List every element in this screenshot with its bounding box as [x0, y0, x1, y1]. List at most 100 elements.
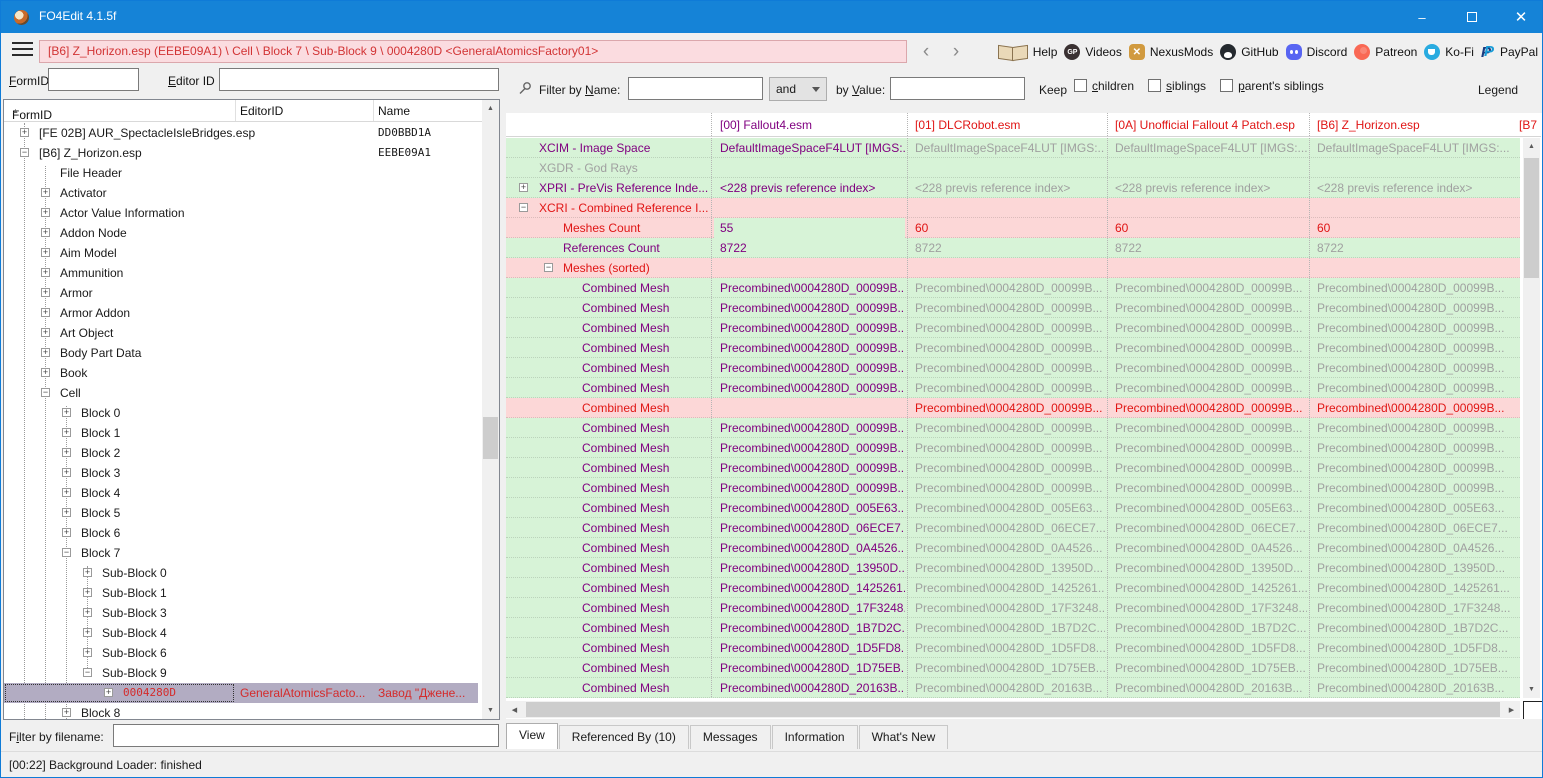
link-videos[interactable]: GPVideos [1064, 44, 1121, 60]
expand-icon[interactable]: + [41, 288, 50, 297]
expand-icon[interactable]: + [41, 228, 50, 237]
minimize-button[interactable]: – [1399, 1, 1445, 33]
value-cell[interactable]: Precombined\0004280D_00099B... [1311, 318, 1516, 338]
value-cell[interactable]: Precombined\0004280D_20163B... [909, 678, 1105, 698]
tree-row[interactable]: +[FE 02B] AUR_SpectacleIsleBridges.espDD… [4, 123, 482, 143]
grid-vscroll-thumb[interactable] [1524, 158, 1539, 278]
value-cell[interactable]: Precombined\0004280D_00099B... [1311, 458, 1516, 478]
value-cell[interactable]: Precombined\0004280D_00099B... [1311, 358, 1516, 378]
value-cell[interactable] [1311, 258, 1516, 278]
value-cell[interactable]: Precombined\0004280D_1D75EB... [714, 658, 905, 678]
value-cell[interactable]: 60 [1311, 218, 1516, 238]
formid-input[interactable] [48, 68, 139, 91]
value-cell[interactable]: 8722 [1311, 238, 1516, 258]
tree-row[interactable]: −Cell [4, 383, 482, 403]
value-cell[interactable]: <228 previs reference index> [1109, 178, 1307, 198]
tab-messages[interactable]: Messages [690, 725, 771, 749]
value-cell[interactable]: DefaultImageSpaceF4LUT [IMGS:... [1311, 138, 1516, 158]
table-row[interactable]: Combined MeshPrecombined\0004280D_20163B… [506, 678, 1520, 698]
table-row[interactable]: −Meshes (sorted) [506, 258, 1520, 278]
collapse-icon[interactable]: − [20, 148, 29, 157]
value-cell[interactable]: Precombined\0004280D_005E63... [909, 498, 1105, 518]
value-cell[interactable]: 60 [909, 218, 1105, 238]
value-cell[interactable]: Precombined\0004280D_00099B... [1109, 338, 1307, 358]
value-cell[interactable]: Precombined\0004280D_1D75EB... [1109, 658, 1307, 678]
value-cell[interactable]: Precombined\0004280D_17F3248... [909, 598, 1105, 618]
value-cell[interactable]: Precombined\0004280D_1D5FD8... [1311, 638, 1516, 658]
table-row[interactable]: Combined MeshPrecombined\0004280D_00099B… [506, 298, 1520, 318]
legend-label[interactable]: Legend [1478, 83, 1518, 97]
tree-row[interactable]: +Sub-Block 4 [4, 623, 482, 643]
value-cell[interactable]: Precombined\0004280D_1D5FD8... [1109, 638, 1307, 658]
link-paypal[interactable]: PPPayPal [1481, 44, 1538, 61]
filter-name-input[interactable] [628, 77, 763, 100]
collapse-icon[interactable]: − [544, 263, 553, 272]
value-cell[interactable] [714, 198, 905, 218]
value-cell[interactable]: Precombined\0004280D_00099B... [1109, 358, 1307, 378]
value-cell[interactable]: Precombined\0004280D_00099B... [1109, 298, 1307, 318]
table-row[interactable]: +XPRI - PreVis Reference Inde...<228 pre… [506, 178, 1520, 198]
expand-icon[interactable]: + [41, 188, 50, 197]
tree-row[interactable]: +Body Part Data [4, 343, 482, 363]
value-cell[interactable] [1311, 158, 1516, 178]
value-cell[interactable]: Precombined\0004280D_17F3248... [1109, 598, 1307, 618]
tree-row[interactable]: +Sub-Block 6 [4, 643, 482, 663]
tree-row[interactable]: +Block 4 [4, 483, 482, 503]
value-cell[interactable]: Precombined\0004280D_06ECE7... [1311, 518, 1516, 538]
link-help[interactable]: Help [998, 45, 1058, 59]
table-row[interactable]: Combined MeshPrecombined\0004280D_005E63… [506, 498, 1520, 518]
tree-row[interactable]: +Sub-Block 3 [4, 603, 482, 623]
value-cell[interactable] [1311, 198, 1516, 218]
table-row[interactable]: Combined MeshPrecombined\0004280D_00099B… [506, 398, 1520, 418]
table-row[interactable]: Combined MeshPrecombined\0004280D_00099B… [506, 438, 1520, 458]
scroll-up-icon[interactable]: ▲ [482, 100, 499, 117]
tree-row[interactable]: +Block 3 [4, 463, 482, 483]
expand-icon[interactable]: + [83, 648, 92, 657]
table-row[interactable]: Combined MeshPrecombined\0004280D_00099B… [506, 378, 1520, 398]
value-cell[interactable]: 8722 [909, 238, 1105, 258]
value-cell[interactable]: Precombined\0004280D_00099B... [714, 458, 905, 478]
table-row[interactable]: −XCRI - Combined Reference I... [506, 198, 1520, 218]
tab-information[interactable]: Information [772, 725, 858, 749]
tree-row[interactable]: +Sub-Block 0 [4, 563, 482, 583]
tree-row[interactable]: +Art Object [4, 323, 482, 343]
grid-vertical-scrollbar[interactable]: ▲ ▼ [1523, 138, 1540, 698]
value-cell[interactable]: Precombined\0004280D_1425261... [909, 578, 1105, 598]
value-cell[interactable]: Precombined\0004280D_0A4526... [909, 538, 1105, 558]
value-cell[interactable]: Precombined\0004280D_00099B... [1109, 318, 1307, 338]
value-cell[interactable]: Precombined\0004280D_1425261... [1109, 578, 1307, 598]
value-cell[interactable]: Precombined\0004280D_00099B... [1311, 418, 1516, 438]
expand-icon[interactable]: + [62, 408, 71, 417]
value-cell[interactable]: Precombined\0004280D_00099B... [1109, 438, 1307, 458]
value-cell[interactable]: DefaultImageSpaceF4LUT [IMGS:... [909, 138, 1105, 158]
value-cell[interactable]: DefaultImageSpaceF4LUT [IMGS:... [714, 138, 905, 158]
scroll-left-icon[interactable]: ◀ [506, 701, 523, 718]
expand-icon[interactable]: + [104, 688, 113, 697]
column-header[interactable]: [01] DLCRobot.esm [915, 118, 1020, 132]
expand-icon[interactable]: + [41, 248, 50, 257]
value-cell[interactable]: Precombined\0004280D_00099B... [909, 438, 1105, 458]
link-kofi[interactable]: Ko-Fi [1424, 44, 1474, 60]
value-cell[interactable]: Precombined\0004280D_00099B... [714, 418, 905, 438]
expand-icon[interactable]: + [41, 348, 50, 357]
expand-icon[interactable]: + [62, 528, 71, 537]
value-cell[interactable]: Precombined\0004280D_00099B... [714, 358, 905, 378]
value-cell[interactable]: Precombined\0004280D_1D75EB... [1311, 658, 1516, 678]
value-cell[interactable]: Precombined\0004280D_00099B... [909, 398, 1105, 418]
column-header[interactable]: [B6] Z_Horizon.esp [1317, 118, 1420, 132]
checkbox[interactable] [1220, 79, 1233, 92]
filter-value-input[interactable] [890, 77, 1025, 100]
tree-row[interactable]: +Aim Model [4, 243, 482, 263]
expand-icon[interactable]: + [83, 628, 92, 637]
link-nexusmods[interactable]: ✕NexusMods [1129, 44, 1213, 60]
back-button[interactable]: ‹ [913, 39, 939, 65]
value-cell[interactable]: Precombined\0004280D_00099B... [1311, 398, 1516, 418]
value-cell[interactable]: Precombined\0004280D_13950D... [1311, 558, 1516, 578]
scroll-down-icon[interactable]: ▼ [482, 702, 499, 719]
value-cell[interactable]: Precombined\0004280D_06ECE7... [714, 518, 905, 538]
expand-icon[interactable]: + [62, 428, 71, 437]
checkbox[interactable] [1074, 79, 1087, 92]
value-cell[interactable] [714, 398, 905, 418]
collapse-icon[interactable]: − [519, 203, 528, 212]
tree-row[interactable]: +Activator [4, 183, 482, 203]
